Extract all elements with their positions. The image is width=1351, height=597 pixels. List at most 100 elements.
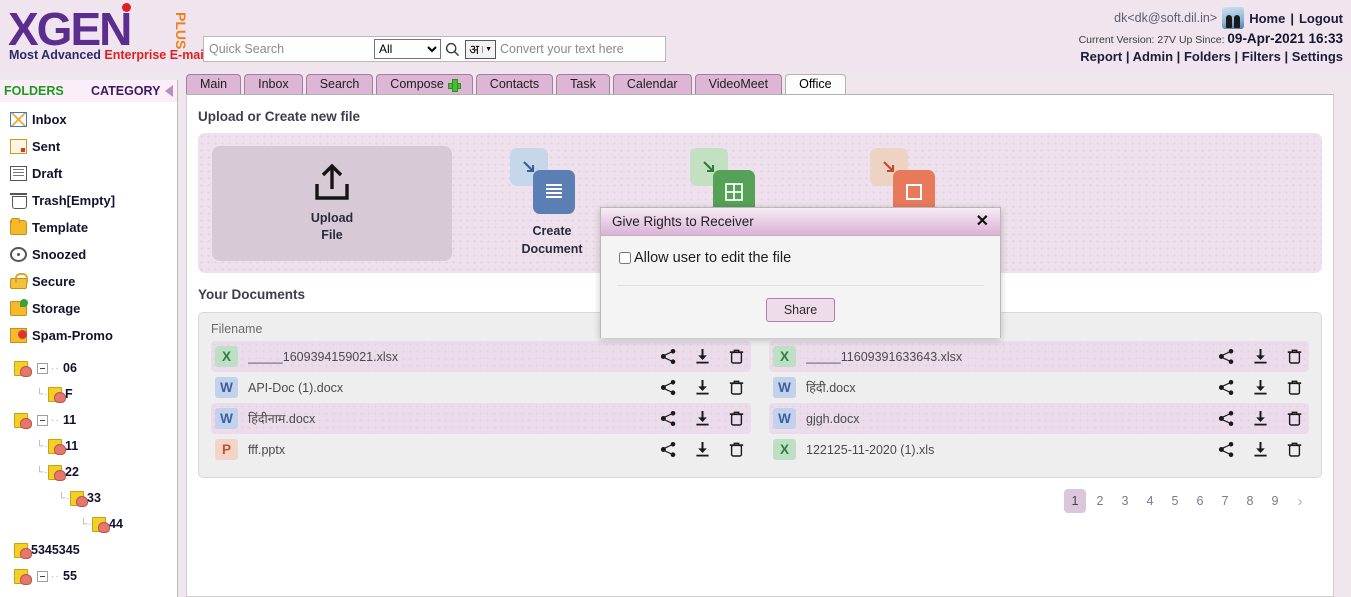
allow-edit-checkbox[interactable] [619, 252, 631, 264]
link-settings[interactable]: Settings [1292, 49, 1343, 64]
tree-item-11[interactable]: ·· 11 [0, 407, 177, 433]
download-icon[interactable] [1252, 410, 1269, 427]
logo-dot-icon [122, 3, 131, 12]
tree-expander-icon[interactable] [37, 570, 48, 582]
sidebar-item-storage[interactable]: Storage [0, 295, 177, 322]
sidebar-item-draft[interactable]: Draft [0, 160, 177, 187]
sidebar-item-trash-empty[interactable]: Trash[Empty] [0, 187, 177, 214]
download-icon[interactable] [694, 441, 711, 458]
next-page-icon[interactable]: › [1289, 489, 1311, 513]
tab-task[interactable]: Task [556, 74, 610, 94]
language-toggle-button[interactable]: अ ▼ [465, 39, 496, 59]
document-row[interactable]: W हिंदी.docx [769, 372, 1309, 403]
sidebar-category-tab[interactable]: CATEGORY [91, 84, 160, 98]
sidebar-item-spam-promo[interactable]: Spam-Promo [0, 322, 177, 349]
share-icon[interactable] [660, 441, 677, 458]
page-3-button[interactable]: 3 [1114, 489, 1136, 513]
share-icon[interactable] [1218, 379, 1235, 396]
delete-icon[interactable] [728, 441, 745, 458]
tree-item-55[interactable]: ·· 55 [0, 563, 177, 589]
page-2-button[interactable]: 2 [1089, 489, 1111, 513]
tab-search[interactable]: Search [305, 74, 374, 94]
sidebar-item-snoozed[interactable]: Snoozed [0, 241, 177, 268]
tree-item-F[interactable]: └·· F [0, 381, 177, 407]
delete-icon[interactable] [1286, 379, 1303, 396]
tab-inbox[interactable]: Inbox [244, 74, 303, 94]
page-8-button[interactable]: 8 [1239, 489, 1261, 513]
tree-item-5345345[interactable]: 5345345 [0, 537, 177, 563]
delete-icon[interactable] [728, 348, 745, 365]
sidebar-item-sent[interactable]: Sent [0, 133, 177, 160]
tree-expander-icon[interactable] [37, 414, 48, 426]
sidebar-folders-tab[interactable]: FOLDERS [4, 84, 64, 98]
share-icon[interactable] [660, 410, 677, 427]
link-report[interactable]: Report [1080, 49, 1122, 64]
tree-item-33[interactable]: └·· 33 [0, 485, 177, 511]
share-button[interactable]: Share [765, 298, 836, 322]
tab-contacts[interactable]: Contacts [475, 74, 554, 94]
delete-icon[interactable] [1286, 441, 1303, 458]
document-row[interactable]: X _____11609391633643.xlsx [769, 341, 1309, 372]
document-row[interactable]: Pfff.pptx [211, 434, 751, 465]
header-right: dk<dk@soft.dil.in> Home | Logout Current… [1079, 6, 1343, 64]
tree-item-44[interactable]: └·· 44 [0, 511, 177, 537]
page-6-button[interactable]: 6 [1189, 489, 1211, 513]
tab-calendar[interactable]: Calendar [612, 74, 692, 94]
search-input[interactable] [204, 37, 370, 61]
tree-item-06[interactable]: ·· 06 [0, 355, 177, 381]
page-7-button[interactable]: 7 [1214, 489, 1236, 513]
tree-expander-icon[interactable] [37, 362, 48, 374]
delete-icon[interactable] [728, 379, 745, 396]
page-1-button[interactable]: 1 [1064, 489, 1086, 513]
page-5-button[interactable]: 5 [1164, 489, 1186, 513]
upload-file-button[interactable]: Upload File [212, 145, 452, 261]
search-scope-select[interactable]: All [374, 39, 441, 59]
document-row[interactable]: X 122125-11-2020 (1).xls [769, 434, 1309, 465]
document-row[interactable]: X _____1609394159021.xlsx [211, 341, 751, 372]
share-icon[interactable] [1218, 410, 1235, 427]
document-row[interactable]: Wgjgh.docx [769, 403, 1309, 434]
search-icon[interactable] [441, 42, 465, 57]
avatar[interactable] [1222, 7, 1245, 29]
download-icon[interactable] [1252, 348, 1269, 365]
delete-icon[interactable] [1286, 348, 1303, 365]
link-folders[interactable]: Folders [1184, 49, 1231, 64]
app-logo[interactable]: XGEN PLUS Most Advanced Enterprise E-mai… [6, 3, 207, 68]
logout-link[interactable]: Logout [1299, 11, 1343, 26]
sidebar-item-secure[interactable]: Secure [0, 268, 177, 295]
tab-office[interactable]: Office [785, 74, 846, 94]
tree-item-label: 06 [63, 361, 77, 375]
delete-icon[interactable] [728, 410, 745, 427]
convert-text-input[interactable] [496, 37, 665, 61]
delete-icon[interactable] [1286, 410, 1303, 427]
share-icon[interactable] [1218, 348, 1235, 365]
tab-videomeet[interactable]: VideoMeet [694, 74, 783, 94]
page-4-button[interactable]: 4 [1139, 489, 1161, 513]
download-icon[interactable] [694, 348, 711, 365]
download-icon[interactable] [694, 410, 711, 427]
close-icon[interactable]: ✕ [973, 213, 992, 230]
page-header: XGEN PLUS Most Advanced Enterprise E-mai… [0, 0, 1351, 72]
sidebar-collapse-icon[interactable] [165, 85, 173, 97]
tab-main[interactable]: Main [186, 74, 242, 94]
tree-item-11[interactable]: └·· 11 [0, 433, 177, 459]
share-icon[interactable] [660, 379, 677, 396]
plus-icon[interactable] [447, 78, 461, 92]
link-filters[interactable]: Filters [1242, 49, 1281, 64]
document-row[interactable]: W API-Doc (1).docx [211, 372, 751, 403]
tree-item-22[interactable]: └·· 22 [0, 459, 177, 485]
download-icon[interactable] [1252, 441, 1269, 458]
link-admin[interactable]: Admin [1133, 49, 1173, 64]
sidebar-item-inbox[interactable]: Inbox [0, 106, 177, 133]
download-icon[interactable] [1252, 379, 1269, 396]
document-row[interactable]: W हिंदीनाम.docx [211, 403, 751, 434]
home-link[interactable]: Home [1249, 11, 1285, 26]
share-icon[interactable] [660, 348, 677, 365]
share-icon[interactable] [1218, 441, 1235, 458]
tab-compose[interactable]: Compose [376, 74, 473, 94]
sidebar-item-template[interactable]: Template [0, 214, 177, 241]
give-rights-dialog: Give Rights to Receiver ✕ Allow user to … [600, 207, 1001, 338]
download-icon[interactable] [694, 379, 711, 396]
allow-edit-label[interactable]: Allow user to edit the file [634, 250, 791, 266]
page-9-button[interactable]: 9 [1264, 489, 1286, 513]
